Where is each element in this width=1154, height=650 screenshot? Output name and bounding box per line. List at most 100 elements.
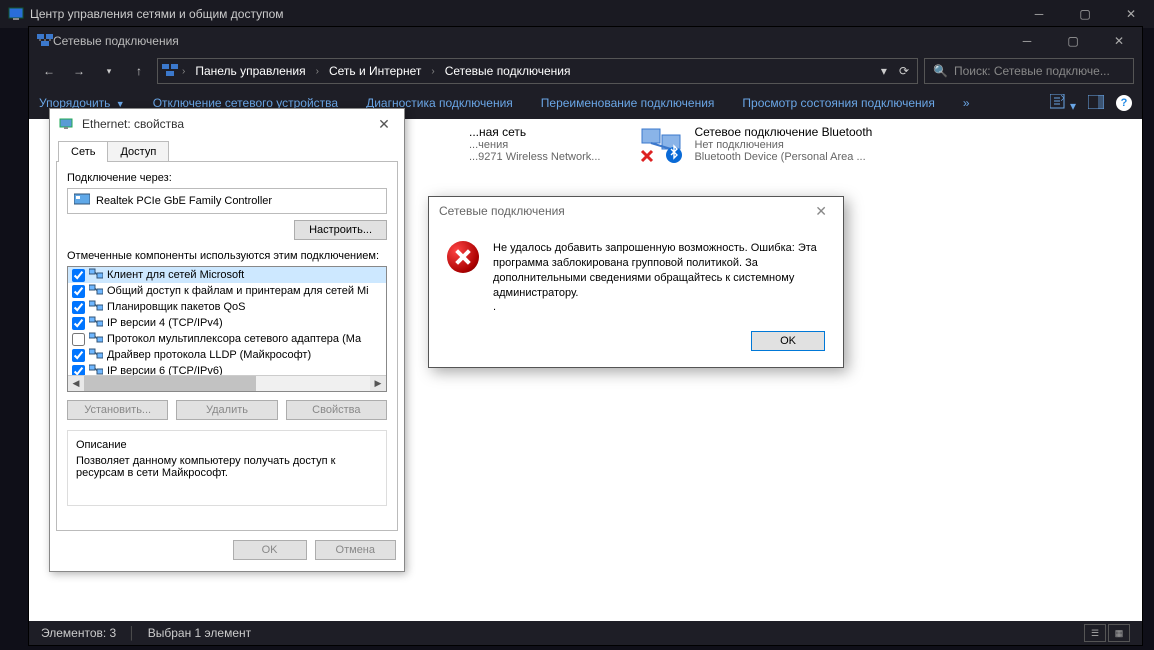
component-item[interactable]: Планировщик пакетов QoS [68,299,386,315]
scroll-right-button[interactable]: ▶ [370,376,386,392]
breadcrumb-dropdown[interactable]: ▾ [877,64,891,78]
component-checkbox[interactable] [72,349,85,362]
connection-name: ...ная сеть [469,125,600,139]
explorer-title: Сетевые подключения [53,34,1004,48]
view-details-button[interactable]: ☰ [1084,624,1106,642]
connect-via-label: Подключение через: [67,172,387,184]
statusbar-count: Элементов: 3 [41,626,116,640]
toolbar-rename[interactable]: Переименование подключения [541,96,715,110]
adapter-field: Realtek PCIe GbE Family Controller [67,188,387,214]
install-button[interactable]: Установить... [67,400,168,420]
component-label: IP версии 4 (TCP/IPv4) [107,317,223,329]
component-label: Планировщик пакетов QoS [107,301,246,313]
control-panel-icon [8,6,24,22]
horizontal-scrollbar[interactable]: ◀ ▶ [68,375,386,391]
description-text: Позволяет данному компьютеру получать до… [76,455,378,479]
component-item[interactable]: IP версии 4 (TCP/IPv4) [68,315,386,331]
ethernet-properties-dialog: Ethernet: свойства ✕ Сеть Доступ Подключ… [49,108,405,572]
error-message: Не удалось добавить запрошенную возможно… [493,242,817,299]
error-dialog: Сетевые подключения ✕ Не удалось добавит… [428,196,844,368]
wifi-icon [415,125,459,163]
component-checkbox[interactable] [72,285,85,298]
breadcrumb-part[interactable]: Сетевые подключения [439,64,577,78]
connection-device: ...9271 Wireless Network... [469,151,600,163]
component-checkbox[interactable] [72,301,85,314]
connection-status: ...чения [469,139,600,151]
protocol-icon [89,348,103,362]
description-header: Описание [76,439,378,451]
outer-titlebar: Центр управления сетями и общим доступом… [0,0,1154,28]
search-icon: 🔍 [933,64,948,78]
component-label: Клиент для сетей Microsoft [107,269,244,281]
breadcrumb[interactable]: › Панель управления › Сеть и Интернет › … [157,58,918,84]
toolbar-view-status[interactable]: Просмотр состояния подключения [742,96,934,110]
toolbar-more[interactable]: » [963,96,970,110]
nav-forward-button[interactable]: → [67,59,91,83]
connection-device: Bluetooth Device (Personal Area ... [694,151,872,163]
component-item[interactable]: Клиент для сетей Microsoft [68,267,386,283]
navbar: ← → ▾ ↑ › Панель управления › Сеть и Инт… [29,55,1142,87]
component-item[interactable]: Общий доступ к файлам и принтерам для се… [68,283,386,299]
preview-pane-button[interactable] [1088,95,1104,112]
nav-up-button[interactable]: ↑ [127,59,151,83]
nav-back-button[interactable]: ← [37,59,61,83]
explorer-close-button[interactable]: ✕ [1096,27,1142,55]
dialog-title: Ethernet: свойства [82,117,364,131]
help-button[interactable]: ? [1116,95,1132,111]
configure-button[interactable]: Настроить... [294,220,387,240]
protocol-icon [89,284,103,298]
component-checkbox[interactable] [72,269,85,282]
properties-button[interactable]: Свойства [286,400,387,420]
description-box: Описание Позволяет данному компьютеру по… [67,430,387,506]
adapter-name: Realtek PCIe GbE Family Controller [96,195,272,207]
outer-close-button[interactable]: ✕ [1108,0,1154,28]
protocol-icon [89,300,103,314]
component-label: Общий доступ к файлам и принтерам для се… [107,285,369,297]
component-checkbox[interactable] [72,317,85,330]
search-placeholder: Поиск: Сетевые подключе... [954,64,1110,78]
ok-button[interactable]: OK [233,540,307,560]
refresh-button[interactable]: ⟳ [895,64,913,78]
bluetooth-device-icon [640,125,684,163]
search-input[interactable]: 🔍 Поиск: Сетевые подключе... [924,58,1134,84]
components-listbox[interactable]: Клиент для сетей Microsoft Общий доступ к… [67,266,387,392]
nav-recent-dropdown[interactable]: ▾ [97,59,121,83]
dialog-close-button[interactable]: ✕ [372,115,396,133]
explorer-minimize-button[interactable]: ─ [1004,27,1050,55]
scroll-thumb[interactable] [84,376,256,391]
protocol-icon [89,268,103,282]
network-connections-icon [162,62,178,81]
protocol-icon [89,332,103,346]
nic-icon [74,193,90,209]
tab-access[interactable]: Доступ [107,141,169,162]
scroll-left-button[interactable]: ◀ [68,376,84,392]
error-icon [447,241,479,273]
remove-button[interactable]: Удалить [176,400,277,420]
component-label: Протокол мультиплексора сетевого адаптер… [107,333,361,345]
error-dot: . [493,301,496,313]
breadcrumb-part[interactable]: Сеть и Интернет [323,64,427,78]
cancel-button[interactable]: Отмена [315,540,396,560]
component-checkbox[interactable] [72,333,85,346]
connection-name: Сетевое подключение Bluetooth [694,125,872,139]
view-options-button[interactable]: ▾ [1050,94,1076,113]
ethernet-icon [58,116,74,132]
statusbar: Элементов: 3 │ Выбран 1 элемент ☰ ▦ [29,621,1142,645]
component-item[interactable]: Драйвер протокола LLDP (Майкрософт) [68,347,386,363]
tab-network[interactable]: Сеть [58,141,108,162]
network-connections-icon [37,32,53,51]
component-item[interactable]: Протокол мультиплексора сетевого адаптер… [68,331,386,347]
error-ok-button[interactable]: OK [751,331,825,351]
explorer-titlebar: Сетевые подключения ─ ▢ ✕ [29,27,1142,55]
view-large-icons-button[interactable]: ▦ [1108,624,1130,642]
components-label: Отмеченные компоненты используются этим … [67,250,387,262]
breadcrumb-part[interactable]: Панель управления [189,64,311,78]
explorer-maximize-button[interactable]: ▢ [1050,27,1096,55]
error-dialog-title: Сетевые подключения [439,204,809,218]
error-close-button[interactable]: ✕ [809,203,833,220]
component-label: Драйвер протокола LLDP (Майкрософт) [107,349,311,361]
outer-window-title: Центр управления сетями и общим доступом [30,7,1016,21]
outer-maximize-button[interactable]: ▢ [1062,0,1108,28]
protocol-icon [89,316,103,330]
outer-minimize-button[interactable]: ─ [1016,0,1062,28]
